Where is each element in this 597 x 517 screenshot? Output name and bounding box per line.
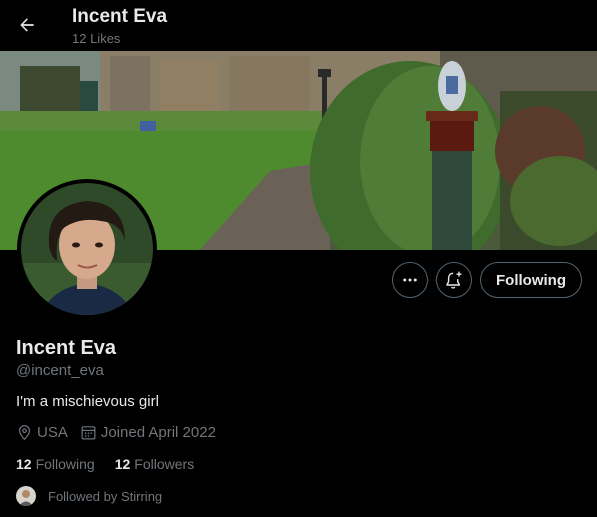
followers-label: Followers (134, 456, 195, 472)
follow-counts: 12 Following 12 Followers (16, 456, 214, 472)
followers-count: 12 (114, 456, 131, 472)
following-label: Following (35, 456, 95, 472)
profile-meta: USA Joined April 2022 (16, 424, 228, 441)
followed-by-text: Followed by Stirring (48, 488, 163, 504)
more-options-button[interactable] (392, 262, 428, 298)
following-count-link[interactable]: 12 Following (16, 456, 95, 472)
follower-avatar-image (16, 486, 36, 506)
location-item: USA (16, 424, 68, 441)
top-bar: Incent Eva 12 Likes (0, 0, 597, 51)
ellipsis-icon (403, 278, 417, 282)
following-button[interactable]: Following (480, 262, 582, 298)
followers-count-link[interactable]: 12 Followers (115, 456, 194, 472)
joined-text: Joined April 2022 (100, 424, 216, 441)
joined-item: Joined April 2022 (80, 424, 216, 441)
following-count: 12 (16, 456, 32, 472)
profile-name: Incent Eva (16, 337, 117, 359)
notifications-button[interactable] (436, 262, 472, 298)
location-text: USA (37, 424, 68, 441)
location-pin-icon (18, 425, 31, 441)
header-likes-count: 12 Likes (72, 31, 121, 46)
avatar-image (21, 183, 153, 315)
back-button[interactable] (10, 8, 44, 42)
profile-handle: @incent_eva (16, 362, 104, 379)
calendar-icon (81, 426, 96, 440)
follower-avatar (16, 486, 36, 506)
profile-bio: I'm a mischievous girl (16, 393, 159, 410)
arrow-left-icon (20, 18, 34, 32)
followed-by-row[interactable]: Followed by Stirring (16, 486, 162, 506)
header-title: Incent Eva (72, 6, 168, 27)
profile-avatar[interactable] (17, 179, 157, 319)
bell-plus-icon (446, 271, 462, 289)
